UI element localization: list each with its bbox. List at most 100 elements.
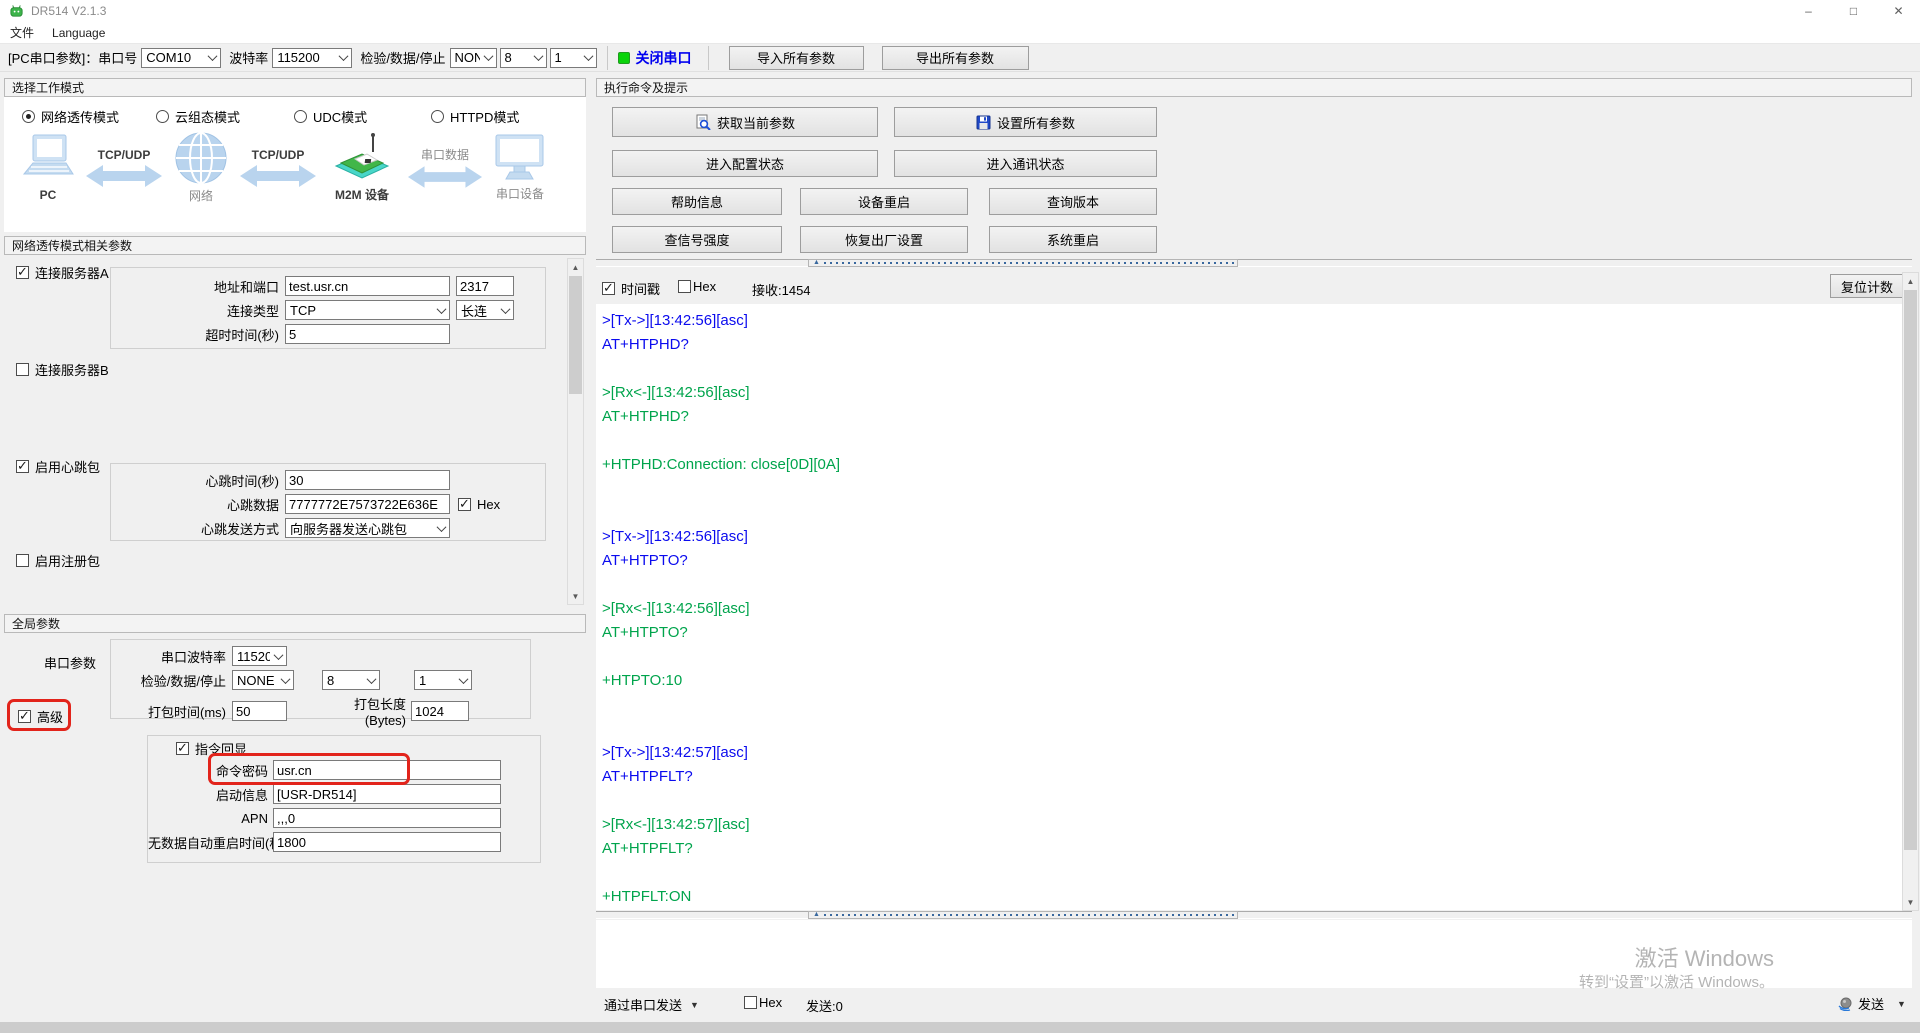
chevron-down-icon [437,304,447,314]
help-info-button[interactable]: 帮助信息 [612,188,782,215]
menu-file[interactable]: 文件 [10,24,34,41]
get-current-params-button[interactable]: 获取当前参数 [612,107,878,137]
m2m-device-icon [333,132,391,184]
log-line: +HTPFLT:ON [602,888,1902,910]
titlebar: DR514 V2.1.3 – □ ✕ [0,0,1920,22]
enter-comm-state-button[interactable]: 进入通讯状态 [894,150,1157,177]
radio-icon [294,110,307,123]
maximize-button[interactable]: □ [1831,0,1876,22]
server-a-address-input[interactable] [285,276,450,296]
port-open-indicator-icon [618,52,630,64]
pc-serial-port-label: [PC串口参数]：串口号 [8,48,137,67]
scroll-down-icon[interactable]: ▼ [1903,894,1918,910]
menubar: 文件 Language [0,22,1920,44]
serial-device-icon [494,133,546,183]
heartbeat-hex-checkbox[interactable]: Hex [458,497,500,512]
save-icon [976,115,991,130]
radio-net-passthrough-mode[interactable]: 网络透传模式 [22,107,156,126]
scrollbar-thumb[interactable] [569,276,582,394]
splitter-top[interactable]: ▲ [596,259,1912,267]
serial-parity-select[interactable]: NONE [232,670,294,690]
scrollbar-thumb[interactable] [1904,290,1917,850]
log-hex-checkbox[interactable]: Hex [678,279,716,294]
com-port-select[interactable]: COM10 [141,48,221,68]
query-signal-button[interactable]: 查信号强度 [612,226,782,253]
collapse-up-icon[interactable]: ▲ [813,912,820,918]
register-packet-checkbox[interactable]: 启用注册包 [16,551,100,570]
device-reboot-button[interactable]: 设备重启 [800,188,968,215]
server-a-checkbox[interactable]: 连接服务器A [16,263,109,282]
server-b-checkbox[interactable]: 连接服务器B [16,360,109,379]
app-icon [9,4,24,19]
echo-checkbox[interactable]: 指令回显 [176,739,247,758]
set-all-params-button[interactable]: 设置所有参数 [894,107,1157,137]
splitter-bottom[interactable]: ▲ [596,911,1912,919]
pack-time-input[interactable] [232,701,287,721]
minimize-button[interactable]: – [1786,0,1831,22]
baud-label: 波特率 [229,48,268,67]
splitter-dots [824,262,1237,264]
radio-cloud-mode[interactable]: 云组态模式 [156,107,294,126]
enter-config-state-button[interactable]: 进入配置状态 [612,150,878,177]
chevron-down-icon [367,674,377,684]
boot-message-input[interactable] [273,784,501,804]
heartbeat-data-input[interactable] [285,494,450,514]
close-button[interactable]: ✕ [1876,0,1920,22]
radio-udc-mode[interactable]: UDC模式 [294,107,431,126]
no-data-restart-input[interactable] [273,832,501,852]
keepalive-select[interactable]: 长连 [456,300,514,320]
work-mode-group: 选择工作模式 网络透传模式 云组态模式 UDC模式 HTTPD模式 PC TCP… [4,78,586,232]
serial-params-label: 串口参数 [4,653,96,672]
diagram-node-label: M2M 设备 [335,186,389,203]
export-all-params-button[interactable]: 导出所有参数 [882,46,1029,70]
double-arrow-icon [239,164,317,188]
connection-type-label: 连接类型 [111,301,279,320]
scroll-down-icon[interactable]: ▼ [568,588,583,604]
heartbeat-time-input[interactable] [285,470,450,490]
reset-count-button[interactable]: 复位计数 [1830,274,1904,298]
import-all-params-button[interactable]: 导入所有参数 [729,46,864,70]
diagram-node-label: PC [40,188,57,202]
advanced-checkbox[interactable]: 高级 [18,707,63,726]
connection-type-select[interactable]: TCP [285,300,450,320]
parity-data-stop-label: 检验/数据/停止 [360,48,445,67]
splitter-handle[interactable]: ▲ [808,259,1238,267]
apn-input[interactable] [273,808,501,828]
net-params-scrollbar[interactable]: ▲ ▼ [567,258,584,605]
send-button[interactable]: 发送 ▼ [1838,994,1906,1013]
baud-select[interactable]: 115200 [272,48,352,68]
parity-select[interactable]: NONI [450,48,497,68]
heartbeat-mode-select[interactable]: 向服务器发送心跳包 [285,518,450,538]
scroll-up-icon[interactable]: ▲ [568,259,583,275]
close-serial-port-button[interactable]: 关闭串口 [636,48,692,68]
log-line [602,720,1902,744]
log-line [602,480,1902,504]
serial-baud-label: 串口波特率 [111,647,226,666]
server-a-port-input[interactable] [456,276,514,296]
scroll-up-icon[interactable]: ▲ [1903,273,1918,289]
serial-databits-select[interactable]: 8 [322,670,380,690]
collapse-up-icon[interactable]: ▲ [813,260,820,266]
factory-reset-button[interactable]: 恢复出厂设置 [800,226,968,253]
timeout-input[interactable] [285,324,450,344]
log-scrollbar[interactable]: ▲ ▼ [1902,272,1919,911]
apn-label: APN [148,811,268,826]
send-via-serial-dropdown[interactable]: 通过串口发送 ▼ [604,995,699,1014]
send-hex-checkbox[interactable]: Hex [744,995,782,1010]
stopbits-select[interactable]: 1 [550,48,597,68]
databits-select[interactable]: 8 [500,48,547,68]
system-reboot-button[interactable]: 系统重启 [989,226,1157,253]
cmd-password-input[interactable] [273,760,501,780]
heartbeat-checkbox[interactable]: 启用心跳包 [16,457,100,476]
pack-len-input[interactable] [411,701,469,721]
log-body[interactable]: >[Tx->][13:42:56][asc]AT+HTPHD? >[Rx<-][… [596,304,1902,910]
splitter-handle[interactable]: ▲ [808,911,1238,919]
query-version-button[interactable]: 查询版本 [989,188,1157,215]
serial-baud-select[interactable]: 115200 [232,646,287,666]
timestamp-checkbox[interactable]: 时间戳 [602,279,660,298]
serial-stopbits-select[interactable]: 1 [414,670,472,690]
separator [708,46,709,70]
menu-language[interactable]: Language [52,26,105,40]
radio-httpd-mode[interactable]: HTTPD模式 [431,107,519,126]
chevron-down-icon [483,51,493,61]
